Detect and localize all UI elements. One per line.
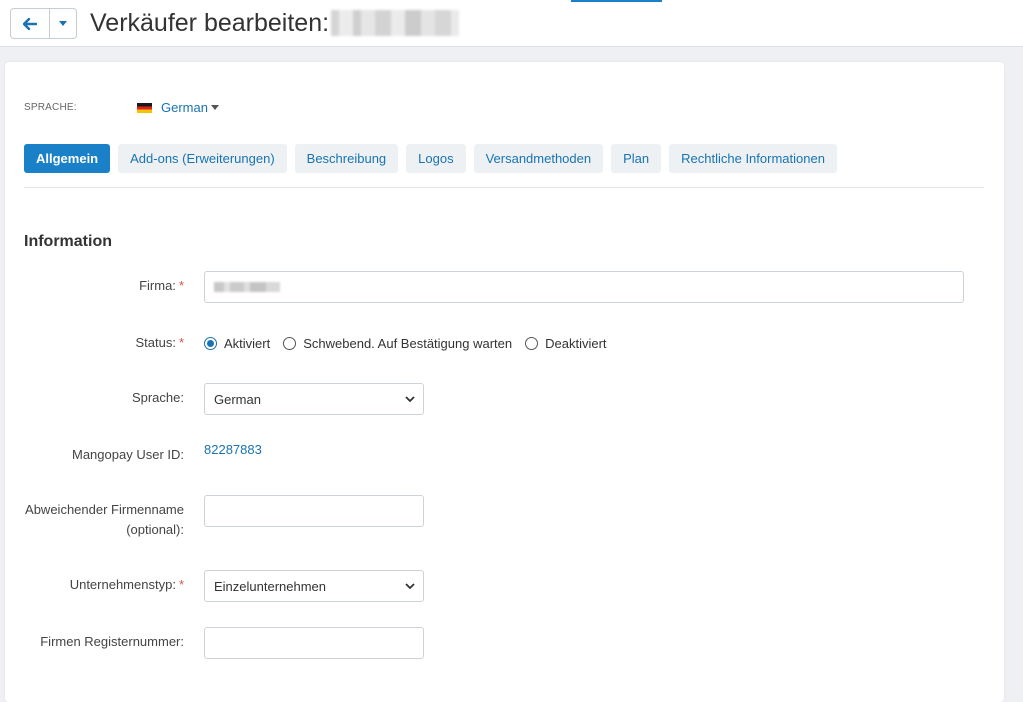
back-button[interactable] xyxy=(11,9,50,38)
tab-add-ons[interactable]: Add-ons (Erweiterungen) xyxy=(118,144,287,173)
tab-versandmethoden[interactable]: Versandmethoden xyxy=(473,144,604,173)
tab-beschreibung[interactable]: Beschreibung xyxy=(294,144,399,173)
language-label: SPRACHE: xyxy=(24,102,77,113)
chevron-down-icon xyxy=(405,583,415,590)
status-option-label: Deaktiviert xyxy=(545,336,607,351)
tab-allgemein[interactable]: Allgemein xyxy=(24,144,111,173)
sprache-select[interactable]: German xyxy=(204,383,424,415)
tabs-divider xyxy=(24,187,984,188)
firma-label: Firma: * xyxy=(139,278,184,293)
mangopay-label: Mangopay User ID: xyxy=(72,447,184,462)
status-radio-schwebend[interactable] xyxy=(283,337,297,350)
german-flag-icon xyxy=(137,102,152,113)
redacted-company-name xyxy=(214,282,280,292)
caret-down-icon xyxy=(59,21,67,26)
unternehmenstyp-select-value: Einzelunternehmen xyxy=(214,578,327,594)
status-option-label: Aktiviert xyxy=(224,336,271,351)
required-marker: * xyxy=(178,278,184,293)
language-value: German xyxy=(161,100,208,115)
required-marker: * xyxy=(178,335,184,350)
language-dropdown[interactable]: German xyxy=(137,100,219,115)
tab-plan[interactable]: Plan xyxy=(611,144,662,173)
mangopay-user-id: 82287883 xyxy=(204,442,262,457)
redacted-vendor-name xyxy=(331,10,460,36)
sprache-select-value: German xyxy=(214,391,261,407)
status-radio-deaktiviert[interactable] xyxy=(525,337,539,350)
active-nav-indicator xyxy=(571,0,662,2)
alt-name-label: Abweichender Firmenname (optional): xyxy=(25,502,184,537)
page-title-text: Verkäufer bearbeiten: xyxy=(90,9,330,37)
status-label: Status: * xyxy=(135,335,184,350)
tab-logos[interactable]: Logos xyxy=(406,144,466,173)
tab-rechtliche-informationen[interactable]: Rechtliche Informationen xyxy=(669,144,837,173)
page-title: Verkäufer bearbeiten: xyxy=(90,8,460,38)
history-dropdown-button[interactable] xyxy=(50,9,76,38)
unternehmenstyp-label: Unternehmenstyp: * xyxy=(69,577,184,592)
register-input[interactable] xyxy=(204,627,424,659)
status-radio-group: Aktiviert Schwebend. Auf Bestätigung war… xyxy=(204,336,620,351)
status-option-label: Schwebend. Auf Bestätigung warten xyxy=(303,336,513,351)
sprache-label: Sprache: xyxy=(131,390,184,405)
register-label: Firmen Registernummer: xyxy=(40,634,184,649)
top-bar: Verkäufer bearbeiten: xyxy=(0,0,1023,47)
required-marker: * xyxy=(178,577,184,592)
status-radio-aktiviert[interactable] xyxy=(204,337,217,350)
section-heading: Information xyxy=(24,233,112,250)
caret-down-icon xyxy=(210,105,219,110)
firma-input[interactable] xyxy=(204,271,964,303)
back-button-group xyxy=(10,8,77,39)
main-card: SPRACHE: German Allgemein Add-ons (Erwei… xyxy=(5,62,1004,702)
language-selector: SPRACHE: German xyxy=(24,100,219,115)
alt-name-input[interactable] xyxy=(204,495,424,527)
unternehmenstyp-select[interactable]: Einzelunternehmen xyxy=(204,570,424,602)
chevron-down-icon xyxy=(405,396,415,403)
arrow-left-icon xyxy=(23,17,37,30)
tab-bar: Allgemein Add-ons (Erweiterungen) Beschr… xyxy=(24,144,845,173)
